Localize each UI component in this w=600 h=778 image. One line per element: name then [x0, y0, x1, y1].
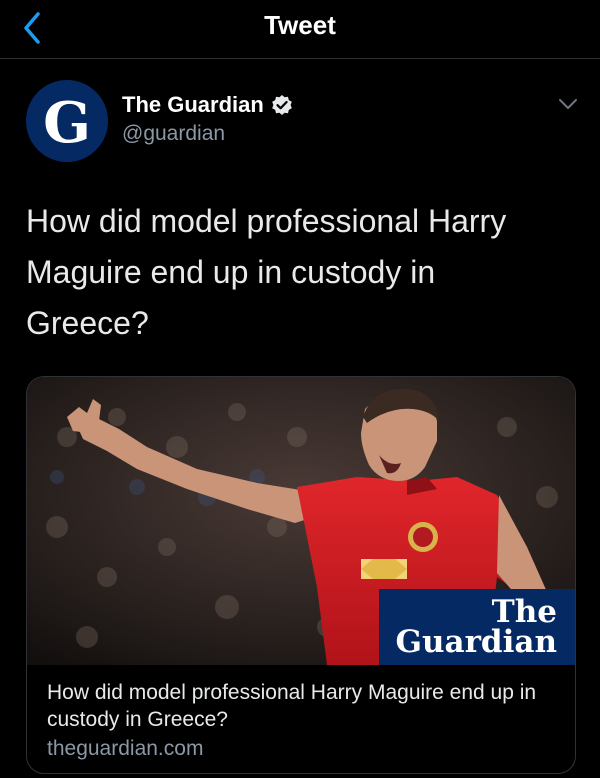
- logo-line-2: Guardian: [395, 624, 557, 660]
- logo-line-1: The: [491, 594, 557, 630]
- link-card[interactable]: The Guardian How did model professional …: [26, 376, 576, 774]
- chevron-down-icon: [559, 99, 577, 109]
- verified-badge-icon: [271, 95, 292, 115]
- page-title: Tweet: [264, 10, 336, 40]
- guardian-logo-icon: G: [26, 80, 108, 162]
- avatar[interactable]: G: [26, 80, 108, 162]
- tweet-screen: Tweet G The Guardian @guardian How did m…: [0, 0, 600, 778]
- author-name[interactable]: The Guardian: [122, 92, 264, 118]
- tweet-text: How did model professional Harry Maguire…: [26, 203, 507, 341]
- card-domain: theguardian.com: [47, 737, 204, 760]
- more-options-button[interactable]: [556, 94, 580, 114]
- top-bar: Tweet: [0, 0, 600, 59]
- avatar-letter: G: [43, 90, 91, 156]
- guardian-logo: The Guardian: [379, 589, 575, 665]
- author-name-row: The Guardian: [122, 92, 293, 118]
- card-title: How did model professional Harry Maguire…: [47, 681, 537, 731]
- author-handle[interactable]: @guardian: [122, 122, 225, 146]
